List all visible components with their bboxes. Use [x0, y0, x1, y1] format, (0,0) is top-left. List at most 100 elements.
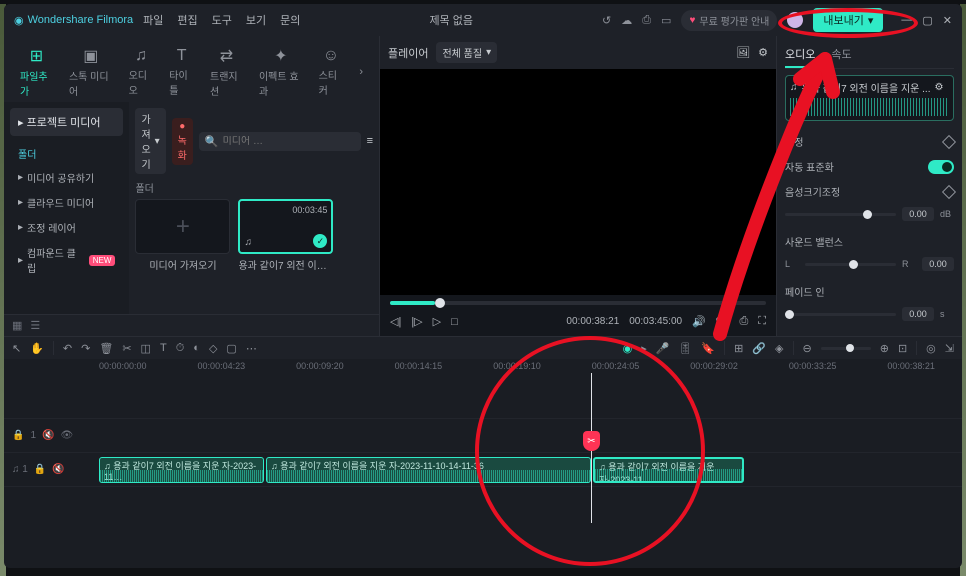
lock-icon[interactable]: 🔒 — [12, 430, 24, 441]
record-button[interactable]: ● 녹화 — [172, 118, 193, 165]
audio-clip-3[interactable]: ♫ 용과 같이7 외전 이름을 지운 자-2023-11… — [593, 457, 744, 483]
volume-slider[interactable] — [785, 213, 896, 216]
hand-icon[interactable]: ✋ — [30, 342, 44, 355]
tab-file-add[interactable]: ⊞파일추가 — [14, 42, 59, 102]
snapshot-meta-icon[interactable]: 🖼 — [736, 46, 750, 59]
fadein-slider[interactable] — [785, 313, 896, 316]
menu-help[interactable]: 문의 — [280, 12, 300, 28]
export-button[interactable]: 내보내기 ▾ — [813, 8, 883, 32]
mute-icon[interactable]: 🔇 — [52, 464, 64, 475]
color-icon[interactable]: ◐ — [193, 342, 200, 354]
gear-icon[interactable]: ⚙ — [935, 82, 944, 93]
quality-dropdown[interactable]: 전체 품질 ▾ — [436, 42, 497, 63]
audio-clip-2[interactable]: ♫ 용과 같이7 외전 이름을 지운 자-2023-11-10-14-11-36 — [266, 457, 591, 483]
ai-icon[interactable]: ◉ — [623, 342, 633, 355]
marker-icon[interactable]: 🔖 — [701, 342, 715, 355]
preview-settings-icon[interactable]: ⚙ — [758, 46, 768, 59]
volume-icon[interactable]: 🔊 — [692, 315, 706, 328]
trial-pill[interactable]: ♥무료 평가판 안내 — [681, 10, 777, 31]
tabs-more-icon[interactable]: › — [353, 60, 369, 84]
redo-icon[interactable]: ↷ — [81, 342, 90, 355]
list-view-icon[interactable]: ☰ — [30, 319, 40, 332]
keyframe-diamond-icon[interactable] — [942, 134, 956, 148]
sidebar-share[interactable]: ▸ 미디어 공유하기 — [10, 165, 123, 190]
menu-file[interactable]: 파일 — [143, 12, 163, 28]
tab-effect[interactable]: ✦이펙트 효과 — [253, 42, 309, 102]
timeline-ruler[interactable]: 00:00:00:00 00:00:04:23 00:00:09:20 00:0… — [4, 359, 962, 373]
tab-transition[interactable]: ⇄트랜지션 — [204, 42, 249, 102]
sidebar-folder[interactable]: 폴더 — [10, 142, 123, 165]
snap-icon[interactable]: ⊞ — [734, 342, 743, 355]
lock-icon[interactable]: 🔒 — [34, 464, 46, 475]
more-icon[interactable]: ⋯ — [246, 342, 257, 355]
sort-icon[interactable]: ≡ — [367, 135, 373, 147]
balance-slider[interactable] — [805, 263, 896, 266]
mic-icon[interactable]: 🎤 — [656, 342, 670, 355]
tab-audio[interactable]: ♫오디오 — [123, 43, 160, 101]
sidebar-project-media[interactable]: ▸ 프로젝트 미디어 — [10, 108, 123, 136]
split-icon[interactable]: ✂ — [122, 342, 131, 355]
thumb-audio-clip[interactable]: 00:03:45 ♫ ✓ 용과 같이7 외전 이름을 지... — [238, 199, 333, 272]
undo-icon[interactable]: ↶ — [63, 342, 72, 355]
zoom-in-icon[interactable]: ⊕ — [880, 342, 889, 355]
play-tl-icon[interactable]: ▸ — [641, 342, 647, 355]
delete-icon[interactable]: 🗑 — [99, 342, 113, 355]
tab-title[interactable]: T타이틀 — [163, 43, 200, 101]
tab-sticker[interactable]: ☺스티커 — [313, 43, 350, 101]
fullscreen-icon[interactable]: ⛶ — [758, 315, 766, 328]
history-icon[interactable]: ↺ — [602, 14, 611, 27]
balance-value[interactable]: 0.00 — [922, 257, 954, 271]
crop-icon[interactable]: ◫ — [141, 342, 151, 355]
preview-progress-bar[interactable] — [390, 301, 766, 305]
sidebar-compound[interactable]: ▸ 컴파운드 클립 NEW — [10, 240, 123, 280]
fadein-value[interactable]: 0.00 — [902, 307, 934, 321]
auto-normalize-toggle[interactable] — [928, 160, 954, 174]
save-icon[interactable]: ⎙ — [642, 14, 651, 27]
right-tab-speed[interactable]: 속도 — [831, 42, 851, 68]
maximize-icon[interactable]: ▢ — [922, 14, 932, 27]
import-dropdown[interactable]: 가져오기 ▾ — [135, 108, 165, 174]
text-icon[interactable]: T — [160, 342, 167, 354]
speed-icon[interactable]: ⏱ — [176, 342, 185, 355]
menu-edit[interactable]: 편집 — [177, 12, 197, 28]
link-icon[interactable]: 🔗 — [752, 342, 766, 355]
sidebar-cloud[interactable]: ▸ 클라우드 미디어 — [10, 190, 123, 215]
zoom-fit-icon[interactable]: ⊡ — [898, 342, 907, 355]
keyframe-diamond-icon[interactable] — [942, 184, 956, 198]
marker2-icon[interactable]: ◈ — [775, 342, 783, 355]
menu-tools[interactable]: 도구 — [212, 12, 232, 28]
stop-icon[interactable]: □ — [451, 316, 458, 328]
play-icon[interactable]: ▷ — [433, 315, 441, 328]
snapshot-icon[interactable]: 📷 — [716, 315, 730, 328]
tl-expand-icon[interactable]: ⇲ — [945, 342, 954, 355]
eye-icon[interactable]: 👁 — [60, 430, 73, 441]
grid-view-icon[interactable]: ▦ — [12, 319, 22, 332]
audio-track-1[interactable]: ♫ 1🔒🔇 ♫ 용과 같이7 외전 이름을 지운 자-2023-11… ♫ 용과… — [4, 453, 962, 487]
cloud-icon[interactable]: ☁ — [621, 14, 632, 27]
mask-icon[interactable]: ▢ — [226, 342, 236, 355]
clip-card[interactable]: ♫용과 같이7 외전 이름을 지운 ...⚙ — [785, 75, 954, 121]
zoom-out-icon[interactable]: ⊖ — [803, 342, 812, 355]
close-icon[interactable]: ✕ — [943, 14, 952, 27]
minimize-icon[interactable]: — — [901, 14, 912, 27]
prev-frame-icon[interactable]: ◁| — [390, 315, 401, 328]
thumb-import[interactable]: + 미디어 가져오기 — [135, 199, 230, 272]
tab-stock[interactable]: ▣스톡 미디어 — [63, 42, 119, 102]
pointer-icon[interactable]: ↖ — [12, 342, 21, 355]
right-tab-audio[interactable]: 오디오 — [785, 42, 815, 68]
preview-viewport[interactable] — [380, 69, 776, 295]
markout-icon[interactable]: ⎙ — [739, 315, 748, 328]
video-track-1[interactable]: 🔒1🔇👁 — [4, 419, 962, 453]
mixer-icon[interactable]: 🎚 — [678, 342, 692, 355]
next-frame-icon[interactable]: |▷ — [411, 315, 422, 328]
tl-settings-icon[interactable]: ◎ — [926, 342, 936, 355]
playhead-handle-icon[interactable]: ✂ — [583, 431, 600, 451]
audio-clip-1[interactable]: ♫ 용과 같이7 외전 이름을 지운 자-2023-11… — [99, 457, 264, 483]
sidebar-adjust-layer[interactable]: ▸ 조정 레이어 — [10, 215, 123, 240]
zoom-slider[interactable] — [821, 347, 871, 350]
volume-value[interactable]: 0.00 — [902, 207, 934, 221]
menu-view[interactable]: 보기 — [246, 12, 266, 28]
playhead[interactable]: ✂ — [591, 373, 592, 523]
keyframe-icon[interactable]: ◇ — [209, 342, 217, 355]
search-input[interactable]: 🔍 — [199, 132, 361, 151]
